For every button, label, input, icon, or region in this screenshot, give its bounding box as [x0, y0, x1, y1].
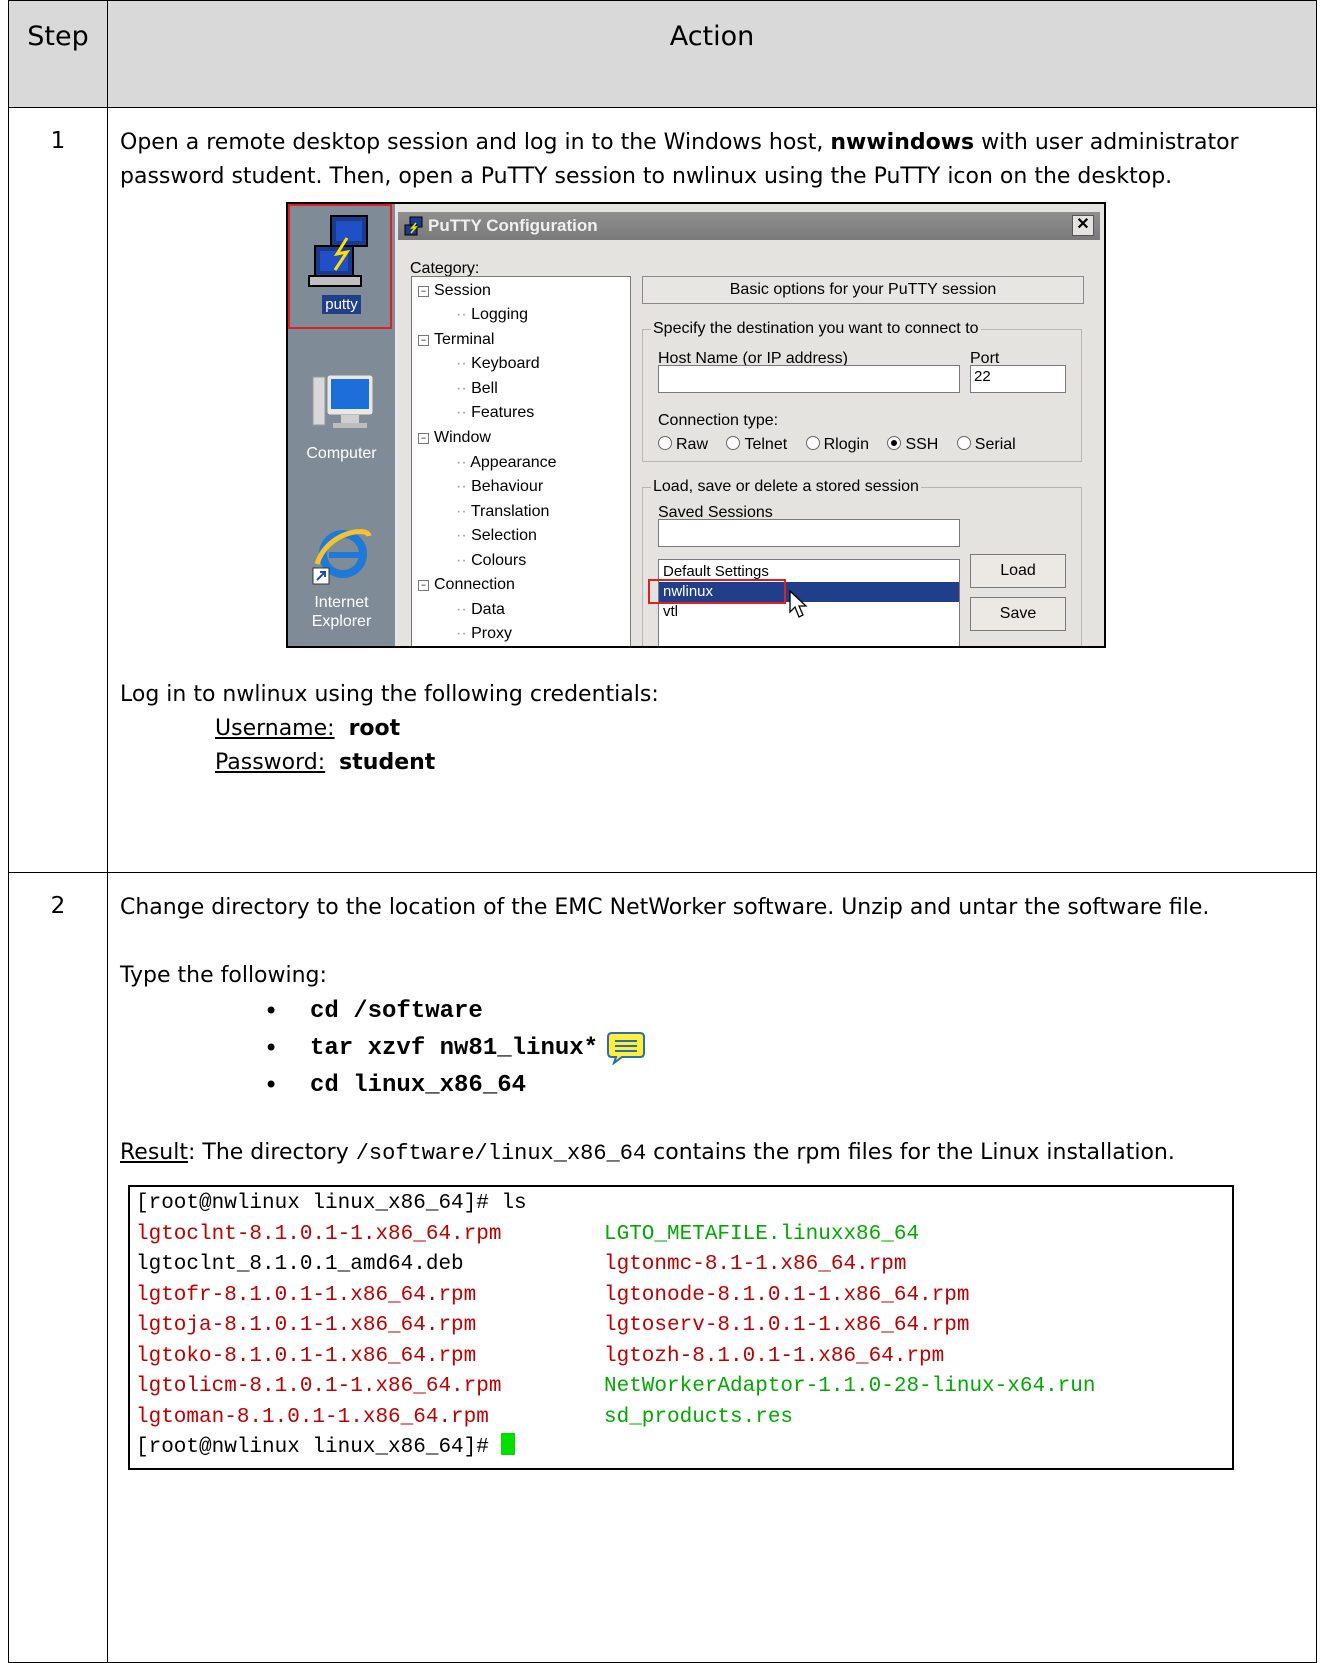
internet-explorer-label-line1: Internet [314, 594, 369, 611]
step-column-header: Step [8, 0, 108, 108]
type-following-label: Type the following: [120, 963, 327, 988]
terminal-row: lgtoja-8.1.0.1-1.x86_64.rpm lgtoserv-8.1.… [136, 1314, 970, 1337]
radio-ssh[interactable]: SSH [887, 436, 938, 453]
action-column-header: Action [107, 0, 1317, 108]
terminal-prompt-line: [root@nwlinux linux_x86_64]# ls [136, 1192, 527, 1215]
username-label: Username: [215, 716, 335, 741]
radio-serial[interactable]: Serial [956, 436, 1016, 453]
terminal-final-prompt: [root@nwlinux linux_x86_64]# [136, 1433, 1226, 1464]
load-button[interactable]: Load [970, 554, 1066, 588]
desktop-icon-computer[interactable]: Computer [288, 369, 395, 463]
putty-configuration-window: PuTTY Configuration ✕ Category: − Session… [398, 204, 1104, 646]
putty-screenshot: putty Computer Internet Explorer PuTTY C… [286, 202, 1106, 648]
terminal-output: [root@nwlinux linux_x86_64]# ls lgtoclnt… [128, 1185, 1234, 1470]
desktop-panel: putty Computer Internet Explorer [288, 204, 395, 646]
collapse-icon[interactable]: − [418, 580, 429, 591]
tree-item-bell[interactable]: ·· Bell [456, 379, 498, 399]
tree-item-data[interactable]: ·· Data [456, 600, 505, 620]
tree-item-translation[interactable]: ·· Translation [456, 502, 549, 522]
tree-item-terminal[interactable]: − Terminal [418, 330, 494, 350]
password-label: Password: [215, 750, 326, 775]
username-line: Username: root [120, 712, 1306, 746]
tree-item-proxy[interactable]: ·· Proxy [456, 624, 512, 644]
password-value: student [339, 750, 436, 775]
username-value: root [348, 716, 401, 741]
tree-item-appearance[interactable]: ·· Appearance [456, 453, 557, 473]
terminal-row: lgtoclnt-8.1.0.1-1.x86_64.rpm LGTO_METAFI… [136, 1222, 920, 1246]
action-cell: Change directory to the location of the … [107, 872, 1317, 1663]
desktop-icon-internet-explorer[interactable]: Internet Explorer [288, 522, 395, 631]
terminal-row: lgtofr-8.1.0.1-1.x86_64.rpm lgtonode-8.1.… [136, 1283, 970, 1307]
login-instruction: Log in to nwlinux using the following cr… [120, 682, 659, 707]
step-number: 1 [8, 107, 108, 873]
destination-legend: Specify the destination you want to conn… [653, 320, 979, 337]
saved-sessions-input[interactable] [658, 519, 960, 547]
host-name-input[interactable] [658, 365, 960, 393]
procedure-table: Step Action 1 Open a remote desktop sess… [8, 0, 1317, 1663]
tree-item-behaviour[interactable]: ·· Behaviour [456, 477, 543, 497]
collapse-icon[interactable]: − [418, 433, 429, 444]
category-tree[interactable]: − Session ·· Logging − Terminal ·· Keyboar… [411, 276, 631, 646]
result-label: Result [120, 1140, 188, 1165]
session-vtl[interactable]: vtl [663, 602, 678, 622]
connection-type-radios: Raw Telnet Rlogin SSH Serial [658, 428, 1030, 462]
result-text: Result: The directory /software/linux_x8… [120, 1140, 1175, 1166]
tree-item-features[interactable]: ·· Features [456, 403, 534, 423]
table-row-step-1: 1 Open a remote desktop session and log … [8, 107, 1317, 873]
tree-item-connection[interactable]: − Connection [418, 575, 515, 595]
step-number: 2 [8, 872, 108, 1663]
terminal-row: lgtoman-8.1.0.1-1.x86_64.rpm sd_products.… [136, 1405, 794, 1429]
computer-icon-label: Computer [306, 445, 377, 462]
comment-note-icon[interactable] [606, 1031, 646, 1065]
putty-icon-highlight [288, 204, 392, 329]
tree-item-colours[interactable]: ·· Colours [456, 551, 526, 571]
tree-item-keyboard[interactable]: ·· Keyboard [456, 354, 540, 374]
terminal-cursor [501, 1433, 516, 1455]
port-input[interactable]: 22 [970, 365, 1066, 393]
table-row-step-2: 2 Change directory to the location of th… [8, 872, 1317, 1663]
internet-explorer-icon [312, 529, 371, 585]
putty-window-title: PuTTY Configuration [428, 216, 598, 235]
radio-raw[interactable]: Raw [658, 436, 708, 453]
putty-title-bar[interactable]: PuTTY Configuration ✕ [398, 212, 1100, 240]
internet-explorer-label-line2: Explorer [311, 613, 372, 630]
terminal-row: lgtoko-8.1.0.1-1.x86_64.rpm lgtozh-8.1.0.… [136, 1344, 945, 1368]
command-item: tar xzvf nw81_linux* [264, 1030, 1306, 1067]
tree-item-window[interactable]: − Window [418, 428, 491, 448]
collapse-icon[interactable]: − [418, 335, 429, 346]
step-1-instructions: Open a remote desktop session and log in… [120, 130, 1239, 189]
panel-title: Basic options for your PuTTY session [642, 276, 1084, 304]
table-header-row: Step Action [8, 0, 1317, 108]
tree-item-selection[interactable]: ·· Selection [456, 526, 537, 546]
mouse-pointer-icon [789, 590, 808, 618]
result-path: /software/linux_x86_64 [355, 1141, 647, 1166]
save-button[interactable]: Save [970, 597, 1066, 631]
command-item: cd linux_x86_64 [264, 1067, 1306, 1104]
tree-item-session[interactable]: − Session [418, 281, 491, 301]
command-list: cd /software tar xzvf nw81_linux* cd lin… [120, 993, 1306, 1104]
putty-title-icon [404, 216, 423, 236]
terminal-row: lgtolicm-8.1.0.1-1.x86_64.rpm NetWorkerAd… [136, 1375, 1096, 1398]
close-button[interactable]: ✕ [1072, 215, 1094, 236]
radio-rlogin[interactable]: Rlogin [805, 436, 869, 453]
action-cell: Open a remote desktop session and log in… [107, 107, 1317, 873]
collapse-icon[interactable]: − [418, 286, 429, 297]
windows-host-name: nwwindows [830, 130, 975, 155]
nwlinux-highlight [648, 579, 786, 604]
computer-icon [312, 374, 373, 428]
tree-item-logging[interactable]: ·· Logging [456, 305, 528, 325]
close-icon: ✕ [1076, 216, 1090, 233]
terminal-row: lgtoclnt_8.1.0.1_amd64.deb lgtonmc-8.1-1.… [136, 1253, 907, 1276]
radio-telnet[interactable]: Telnet [726, 436, 787, 453]
step-2-instructions: Change directory to the location of the … [120, 895, 1210, 920]
password-line: Password: student [120, 746, 1306, 780]
command-item: cd /software [264, 993, 1306, 1030]
